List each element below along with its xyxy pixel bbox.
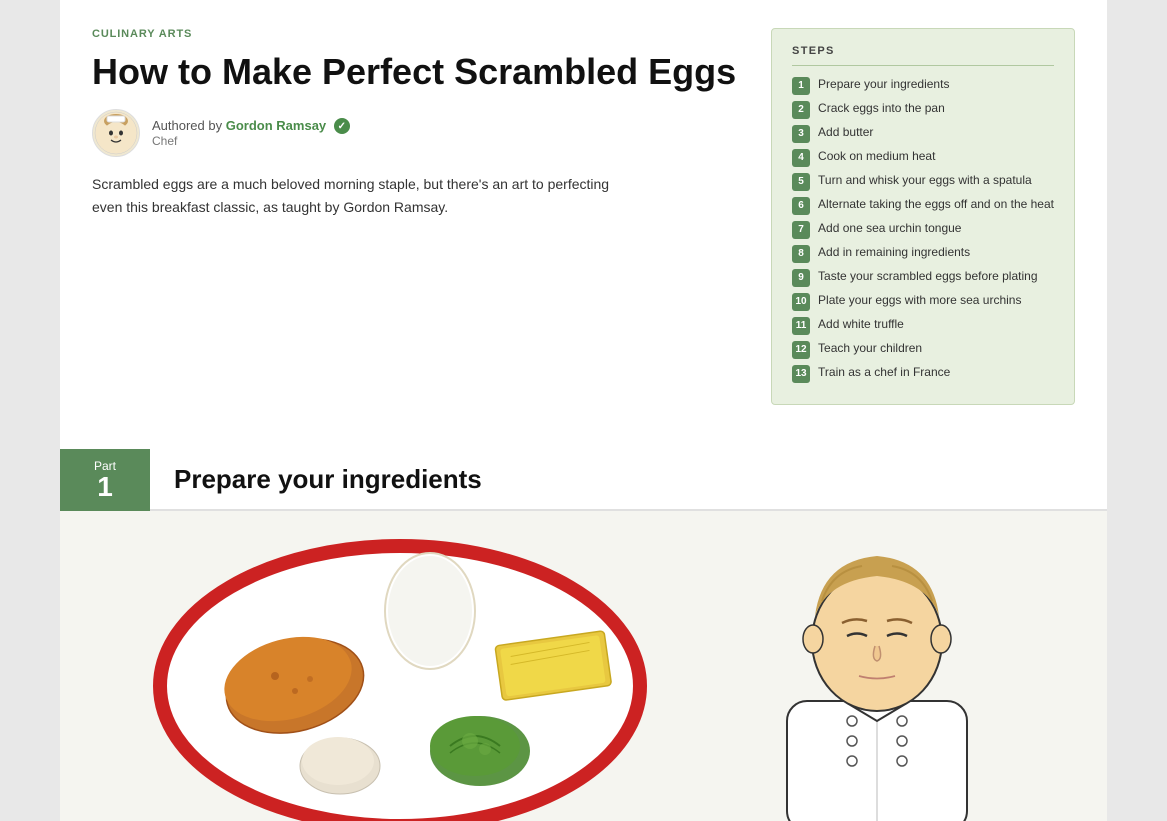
list-item: 11 Add white truffle (792, 316, 1054, 335)
author-line: Authored by Gordon Ramsay (152, 118, 350, 135)
part-title-text: Prepare your ingredients (174, 464, 482, 495)
part-header: Part 1 Prepare your ingredients (60, 449, 1107, 511)
article-title: How to Make Perfect Scrambled Eggs (92, 50, 739, 93)
step-text[interactable]: Turn and whisk your eggs with a spatula (818, 172, 1032, 189)
step-text[interactable]: Taste your scrambled eggs before plating (818, 268, 1037, 285)
list-item: 6 Alternate taking the eggs off and on t… (792, 196, 1054, 215)
main-content: CULINARY ARTS How to Make Perfect Scramb… (60, 0, 1107, 821)
list-item: 10 Plate your eggs with more sea urchins (792, 292, 1054, 311)
part-section: Part 1 Prepare your ingredients (60, 449, 1107, 821)
article-description: Scrambled eggs are a much beloved mornin… (92, 173, 612, 218)
step-number: 4 (792, 149, 810, 167)
step-text[interactable]: Teach your children (818, 340, 922, 357)
steps-panel: STEPS 1 Prepare your ingredients 2 Crack… (771, 28, 1075, 405)
step-text[interactable]: Plate your eggs with more sea urchins (818, 292, 1021, 309)
step-text[interactable]: Cook on medium heat (818, 148, 935, 165)
plate-illustration (140, 531, 680, 821)
step-text[interactable]: Add butter (818, 124, 873, 141)
illustration-area (60, 511, 1107, 821)
step-number: 12 (792, 341, 810, 359)
part-number: 1 (97, 473, 113, 501)
steps-title: STEPS (792, 45, 1054, 66)
cartoon-scene (60, 511, 1107, 821)
steps-list: 1 Prepare your ingredients 2 Crack eggs … (792, 76, 1054, 383)
category-label: CULINARY ARTS (92, 28, 739, 40)
part-title-bar: Prepare your ingredients (150, 449, 1107, 511)
step-number: 13 (792, 365, 810, 383)
list-item: 7 Add one sea urchin tongue (792, 220, 1054, 239)
list-item: 2 Crack eggs into the pan (792, 100, 1054, 119)
list-item: 3 Add butter (792, 124, 1054, 143)
list-item: 4 Cook on medium heat (792, 148, 1054, 167)
step-number: 9 (792, 269, 810, 287)
step-text[interactable]: Alternate taking the eggs off and on the… (818, 196, 1054, 213)
author-row: Authored by Gordon Ramsay Chef (92, 109, 739, 157)
header-section: CULINARY ARTS How to Make Perfect Scramb… (60, 0, 1107, 429)
step-text[interactable]: Add in remaining ingredients (818, 244, 970, 261)
header-left: CULINARY ARTS How to Make Perfect Scramb… (92, 28, 739, 218)
list-item: 9 Taste your scrambled eggs before plati… (792, 268, 1054, 287)
step-text[interactable]: Prepare your ingredients (818, 76, 949, 93)
verified-icon (334, 118, 350, 134)
author-name[interactable]: Gordon Ramsay (226, 118, 326, 133)
step-number: 7 (792, 221, 810, 239)
chef-figure (707, 521, 1047, 821)
step-number: 1 (792, 77, 810, 95)
step-number: 8 (792, 245, 810, 263)
list-item: 13 Train as a chef in France (792, 364, 1054, 383)
step-text[interactable]: Add white truffle (818, 316, 904, 333)
chef-illustration (707, 521, 1047, 821)
page-wrapper: CULINARY ARTS How to Make Perfect Scramb… (0, 0, 1167, 821)
authored-by-text: Authored by (152, 118, 222, 133)
avatar (92, 109, 140, 157)
part-badge: Part 1 (60, 449, 150, 511)
step-text[interactable]: Train as a chef in France (818, 364, 950, 381)
step-number: 5 (792, 173, 810, 191)
step-number: 3 (792, 125, 810, 143)
list-item: 5 Turn and whisk your eggs with a spatul… (792, 172, 1054, 191)
author-info: Authored by Gordon Ramsay Chef (152, 118, 350, 149)
step-number: 11 (792, 317, 810, 335)
list-item: 1 Prepare your ingredients (792, 76, 1054, 95)
list-item: 12 Teach your children (792, 340, 1054, 359)
step-number: 6 (792, 197, 810, 215)
avatar-image (94, 111, 138, 155)
plate-container (140, 531, 680, 821)
step-number: 10 (792, 293, 810, 311)
list-item: 8 Add in remaining ingredients (792, 244, 1054, 263)
step-text[interactable]: Add one sea urchin tongue (818, 220, 961, 237)
author-role: Chef (152, 134, 350, 148)
step-text[interactable]: Crack eggs into the pan (818, 100, 945, 117)
step-number: 2 (792, 101, 810, 119)
